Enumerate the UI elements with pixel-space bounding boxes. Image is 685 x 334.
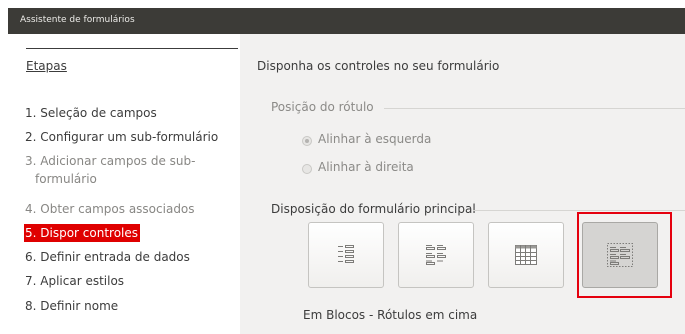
align-left-label[interactable]: Alinhar à esquerda xyxy=(318,132,431,146)
layout-columnar-top-button[interactable] xyxy=(398,222,474,288)
main-layout-title: Disposição do formulário principal xyxy=(271,202,476,216)
step-set-name[interactable]: 8. Definir nome xyxy=(25,297,118,315)
align-right-radio[interactable] xyxy=(302,164,312,174)
step-select-fields[interactable]: 1. Seleção de campos xyxy=(25,104,157,122)
step-arrange-controls[interactable]: 5. Dispor controles xyxy=(24,224,141,242)
sidebar-divider xyxy=(26,48,238,49)
selection-highlight-box xyxy=(577,212,672,298)
label-position-title: Posição do rótulo xyxy=(271,100,374,114)
title-bar: Assistente de formulários xyxy=(8,8,685,34)
datasheet-icon xyxy=(515,245,537,265)
align-left-radio[interactable] xyxy=(302,136,312,146)
columnar-labels-top-icon xyxy=(426,245,446,265)
columnar-labels-left-icon xyxy=(338,245,354,263)
window-title: Assistente de formulários xyxy=(20,15,135,25)
layout-datasheet-button[interactable] xyxy=(488,222,564,288)
step-add-subform-fields: 3. Adicionar campos de sub- formulário xyxy=(25,152,195,188)
step-add-subform-fields-label: 3. Adicionar campos de sub- xyxy=(25,154,196,168)
form-wizard-window: Etapas 1. Seleção de campos 2. Configura… xyxy=(8,34,685,334)
step-add-subform-fields-label-cont: formulário xyxy=(35,172,97,186)
align-right-label[interactable]: Alinhar à direita xyxy=(318,160,414,174)
page-heading: Disponha os controles no seu formulário xyxy=(257,59,500,73)
steps-sidebar: Etapas 1. Seleção de campos 2. Configura… xyxy=(8,34,240,334)
label-position-rule xyxy=(384,108,685,109)
step-data-entry[interactable]: 6. Definir entrada de dados xyxy=(25,248,190,266)
main-panel: Disponha os controles no seu formulário … xyxy=(240,34,685,334)
main-layout-rule xyxy=(473,210,685,211)
step-apply-styles[interactable]: 7. Aplicar estilos xyxy=(25,272,124,290)
step-setup-subform[interactable]: 2. Configurar um sub-formulário xyxy=(25,128,218,146)
layout-caption: Em Blocos - Rótulos em cima xyxy=(303,308,478,322)
steps-title: Etapas xyxy=(26,59,67,73)
step-get-joined-fields: 4. Obter campos associados xyxy=(25,202,195,216)
layout-columnar-left-button[interactable] xyxy=(308,222,384,288)
